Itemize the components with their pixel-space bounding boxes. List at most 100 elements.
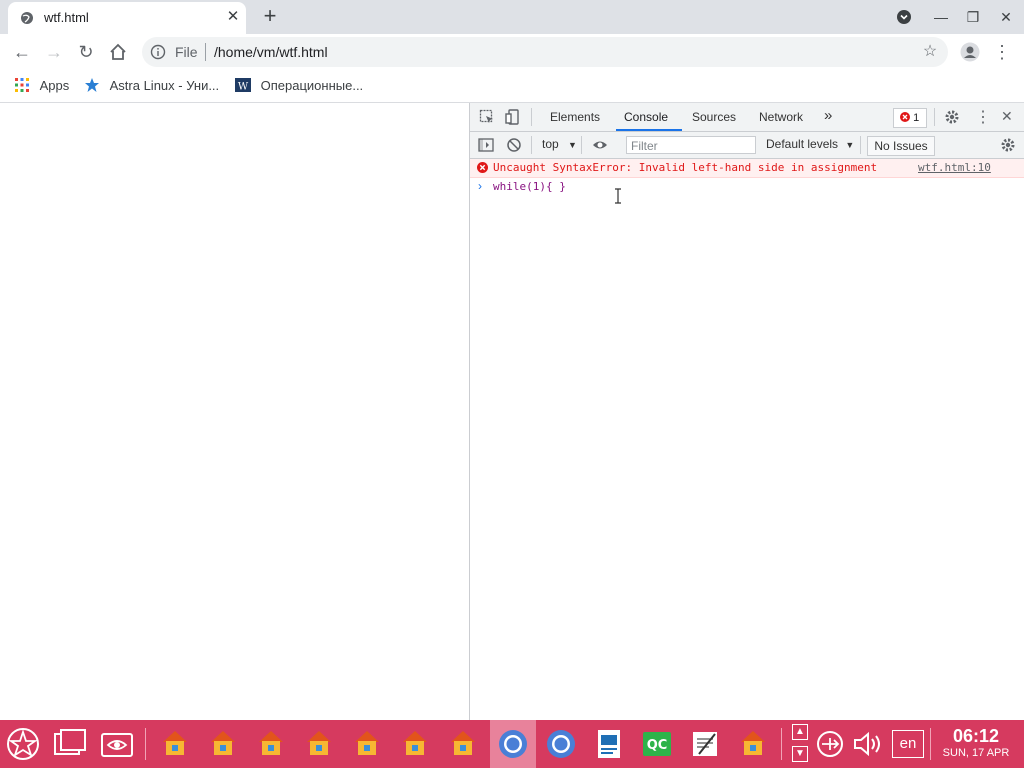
divider — [531, 108, 532, 126]
tab-network[interactable]: Network — [759, 110, 803, 124]
device-toolbar-icon[interactable] — [505, 109, 521, 125]
chrome-icon[interactable] — [497, 728, 529, 760]
tab-console[interactable]: Console — [624, 110, 668, 124]
tab-sources[interactable]: Sources — [692, 110, 736, 124]
clock-time: 06:12 — [952, 726, 1000, 746]
log-levels-dropdown[interactable]: Default levels ▼ — [766, 137, 854, 151]
console-toolbar: top ▼ Filter Default levels ▼ No Issues — [470, 132, 1024, 159]
active-tab-indicator — [616, 129, 682, 131]
taskbar: QC ▲ ▼ en 06:12 SUN, 17 APR — [0, 720, 1024, 768]
bookmark-os[interactable]: W Операционные... — [235, 77, 363, 95]
issues-button[interactable]: No Issues — [867, 136, 935, 156]
keyboard-layout-indicator[interactable]: en — [892, 730, 924, 758]
error-text: Uncaught SyntaxError: Invalid left-hand … — [493, 161, 878, 174]
document-viewer-icon[interactable] — [593, 728, 625, 760]
console-filter-input[interactable]: Filter — [626, 136, 756, 154]
volume-icon[interactable] — [852, 730, 884, 758]
chrome-icon[interactable] — [545, 728, 577, 760]
close-devtools-icon[interactable]: ✕ — [1001, 108, 1013, 125]
context-label: top — [542, 137, 559, 151]
close-tab-icon[interactable]: ✕ — [224, 8, 242, 26]
apps-grid-icon — [15, 78, 29, 92]
home-folder-icon[interactable] — [738, 728, 768, 758]
svg-text:QC: QC — [647, 738, 668, 753]
home-folder-icon[interactable] — [304, 728, 334, 758]
address-bar[interactable]: File /home/vm/wtf.html ☆ — [142, 37, 948, 67]
qc-app-icon[interactable]: QC — [641, 728, 673, 760]
bookmarks-bar: Apps Astra Linux - Уни... W Операционные… — [0, 70, 1024, 103]
taskbar-divider — [145, 728, 146, 760]
home-folder-icon[interactable] — [208, 728, 238, 758]
error-circle-icon — [900, 112, 910, 122]
tab-strip: wtf.html ✕ + — ❐ ✕ — [0, 0, 1024, 34]
menu-kebab-icon[interactable]: ⋮ — [990, 40, 1014, 64]
new-tab-button[interactable]: + — [258, 5, 282, 28]
devtools-panel: Elements Console Sources Network » 1 ⋮ ✕… — [470, 103, 1024, 720]
restore-icon[interactable]: ❐ — [961, 6, 985, 28]
forward-icon[interactable]: → — [42, 40, 66, 64]
browser-toolbar: ← → ↻ File /home/vm/wtf.html ☆ ⋮ — [0, 34, 1024, 70]
dropdown-arrow-icon: ▼ — [568, 140, 577, 150]
console-input-text[interactable]: while(1){ } — [493, 180, 566, 193]
divider — [531, 136, 532, 154]
home-folder-icon[interactable] — [256, 728, 286, 758]
tray-down-arrow-icon[interactable]: ▼ — [792, 746, 808, 762]
profile-avatar[interactable] — [958, 40, 982, 64]
tab-elements[interactable]: Elements — [550, 110, 600, 124]
start-menu-icon[interactable] — [6, 727, 39, 760]
globe-icon — [21, 12, 33, 24]
console-input-line[interactable]: › while(1){ } — [470, 178, 1024, 196]
home-folder-icon[interactable] — [448, 728, 478, 758]
home-folder-icon[interactable] — [400, 728, 430, 758]
svg-text:W: W — [238, 82, 249, 93]
taskbar-divider — [781, 728, 782, 760]
bookmark-os-label: Операционные... — [260, 78, 364, 93]
sidebar-toggle-icon[interactable] — [478, 137, 494, 153]
divider — [581, 136, 582, 154]
live-expression-eye-icon[interactable] — [592, 137, 608, 153]
show-desktop-icon[interactable] — [53, 728, 86, 760]
console-settings-gear-icon[interactable] — [1000, 137, 1016, 153]
minimize-icon[interactable]: — — [929, 6, 953, 28]
tray-up-arrow-icon[interactable]: ▲ — [792, 724, 808, 740]
error-source-link[interactable]: wtf.html:10 — [918, 161, 991, 174]
context-selector[interactable]: top ▼ — [542, 137, 577, 151]
console-error-message: Uncaught SyntaxError: Invalid left-hand … — [470, 159, 1024, 178]
close-window-icon[interactable]: ✕ — [994, 6, 1018, 28]
wikipedia-icon: W — [235, 78, 251, 93]
error-icon — [477, 162, 488, 173]
text-editor-icon[interactable] — [689, 728, 721, 760]
divider — [934, 108, 935, 126]
devtools-menu-icon[interactable]: ⋮ — [975, 107, 991, 127]
bookmark-star-icon[interactable]: ☆ — [920, 42, 940, 62]
taskbar-divider — [930, 728, 931, 760]
url-text[interactable]: /home/vm/wtf.html — [214, 44, 328, 60]
console-prompt-chevron-icon: › — [478, 179, 482, 193]
page-viewport[interactable] — [0, 103, 470, 720]
more-tabs-icon[interactable]: » — [824, 107, 832, 124]
url-scheme-label: File — [175, 44, 198, 60]
home-folder-icon[interactable] — [352, 728, 382, 758]
clear-console-icon[interactable] — [506, 137, 522, 153]
info-icon[interactable] — [150, 44, 166, 60]
bookmark-astra-label: Astra Linux - Уни... — [109, 78, 220, 93]
browser-tab[interactable]: wtf.html ✕ — [8, 2, 246, 34]
devtools-tabbar: Elements Console Sources Network » 1 ⋮ ✕ — [470, 103, 1024, 132]
inspect-element-icon[interactable] — [479, 109, 495, 125]
tab-search-icon[interactable] — [892, 6, 916, 28]
network-icon[interactable] — [816, 730, 844, 758]
clock-date: SUN, 17 APR — [942, 747, 1010, 759]
divider — [860, 136, 861, 154]
home-icon[interactable] — [106, 40, 130, 64]
text-cursor-icon — [615, 188, 621, 204]
dropdown-arrow-icon: ▼ — [845, 140, 855, 150]
error-count-badge[interactable]: 1 — [893, 108, 927, 128]
clock[interactable]: 06:12 SUN, 17 APR — [936, 726, 1016, 760]
back-icon[interactable]: ← — [10, 40, 34, 64]
file-manager-eye-icon[interactable] — [100, 728, 133, 760]
home-folder-icon[interactable] — [160, 728, 190, 758]
bookmark-apps[interactable]: Apps — [14, 77, 69, 95]
reload-icon[interactable]: ↻ — [74, 40, 98, 64]
settings-gear-icon[interactable] — [944, 109, 960, 125]
bookmark-astra-linux[interactable]: Astra Linux - Уни... — [84, 77, 219, 95]
